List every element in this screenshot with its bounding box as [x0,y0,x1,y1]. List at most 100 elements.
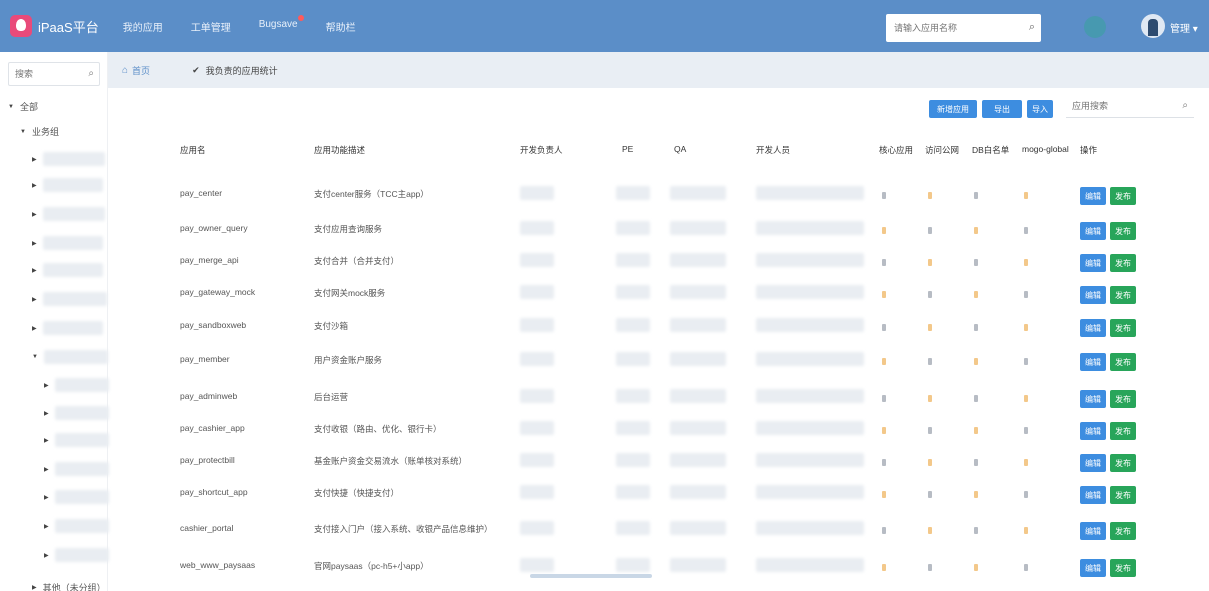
tree-node-item[interactable]: ▶ [32,292,107,306]
search-icon[interactable]: ⌕ [1029,21,1035,34]
table-row[interactable]: pay_protectbill 基金账户资金交易流水（账单核对系统） 编辑 发布 [130,447,1209,479]
sidebar-search-input[interactable] [9,63,83,85]
publish-button[interactable]: 发布 [1110,422,1136,440]
publish-button[interactable]: 发布 [1110,319,1136,337]
app-name-cell[interactable]: pay_adminweb [180,391,237,401]
app-name-cell[interactable]: pay_sandboxweb [180,320,246,330]
edit-button[interactable]: 编辑 [1080,254,1106,272]
top-search-input[interactable] [886,15,1016,41]
edit-button[interactable]: 编辑 [1080,559,1106,577]
edit-button[interactable]: 编辑 [1080,286,1106,304]
table-row[interactable]: pay_owner_query 支付应用查询服务 编辑 发布 [130,215,1209,247]
tree-node-item[interactable]: ▶ [32,236,103,250]
table-row[interactable]: pay_sandboxweb 支付沙箱 编辑 发布 [130,312,1209,344]
column-header-qa[interactable]: QA [674,144,686,154]
app-name-cell[interactable]: pay_merge_api [180,255,239,265]
tree-node-item[interactable]: ▶ [32,321,103,335]
app-logo[interactable]: iPaaS平台 [10,15,99,37]
column-header-mogo-global[interactable]: mogo-global [1022,144,1069,154]
column-header-developers[interactable]: 开发人员 [756,144,790,156]
edit-button[interactable]: 编辑 [1080,522,1106,540]
horizontal-scrollbar[interactable] [530,574,652,578]
table-search-input[interactable] [1066,96,1174,116]
tree-node-item[interactable]: ▼ [32,350,108,364]
column-header-description[interactable]: 应用功能描述 [314,144,365,156]
tree-node-item[interactable]: ▶ [32,152,105,166]
column-header-dev-owner[interactable]: 开发负责人 [520,144,563,156]
tree-node-root[interactable]: ▼ 全部 [8,100,38,113]
edit-button[interactable]: 编辑 [1080,353,1106,371]
tab-my-app-stats[interactable]: ✔ 我负责的应用统计 [192,64,278,77]
breadcrumb-home[interactable]: ⌂ 首页 [122,64,150,77]
tree-node-subitem[interactable]: ▶ [44,490,109,504]
table-row[interactable]: pay_center 支付center服务（TCC主app） 编辑 发布 [130,180,1209,212]
edit-button[interactable]: 编辑 [1080,319,1106,337]
edit-button[interactable]: 编辑 [1080,486,1106,504]
user-menu[interactable]: 管理 ▾ [1170,20,1198,35]
publish-button[interactable]: 发布 [1110,353,1136,371]
nav-help[interactable]: 帮助栏 [326,19,356,34]
search-icon[interactable]: ⌕ [1182,100,1188,111]
publish-button[interactable]: 发布 [1110,286,1136,304]
column-header-core-app[interactable]: 核心应用 [879,144,913,156]
publish-button[interactable]: 发布 [1110,390,1136,408]
app-name-cell[interactable]: cashier_portal [180,523,233,533]
edit-button[interactable]: 编辑 [1080,422,1106,440]
app-name-cell[interactable]: pay_gateway_mock [180,287,255,297]
publish-button[interactable]: 发布 [1110,559,1136,577]
tree-node-subitem[interactable]: ▶ [44,462,109,476]
nav-tickets[interactable]: 工单管理 [191,19,231,34]
caret-right-icon: ▶ [44,523,49,530]
table-row[interactable]: pay_member 用户资金账户服务 编辑 发布 [130,346,1209,378]
publish-button[interactable]: 发布 [1110,222,1136,240]
add-app-button[interactable]: 新增应用 [929,100,977,118]
app-name-cell[interactable]: pay_shortcut_app [180,487,248,497]
publish-button[interactable]: 发布 [1110,486,1136,504]
table-row[interactable]: pay_shortcut_app 支付快捷（快捷支付） 编辑 发布 [130,479,1209,511]
nav-my-apps[interactable]: 我的应用 [123,19,163,34]
table-row[interactable]: pay_adminweb 后台运营 编辑 发布 [130,383,1209,415]
app-name-cell[interactable]: web_www_paysaas [180,560,255,570]
caret-right-icon: ▶ [32,156,37,163]
publish-button[interactable]: 发布 [1110,454,1136,472]
nav-bugsave[interactable]: Bugsave [259,14,304,34]
caret-right-icon: ▶ [44,466,49,473]
tree-node-item[interactable]: ▶ [32,263,103,277]
app-name-cell[interactable]: pay_member [180,354,230,364]
export-button[interactable]: 导出 [982,100,1022,118]
avatar[interactable] [1141,14,1165,38]
app-name-cell[interactable]: pay_protectbill [180,455,235,465]
app-name-cell[interactable]: pay_center [180,188,222,198]
table-row[interactable]: pay_merge_api 支付合并（合并支付） 编辑 发布 [130,247,1209,279]
table-row[interactable]: pay_gateway_mock 支付网关mock服务 编辑 发布 [130,279,1209,311]
tree-node-item[interactable]: ▶ [32,207,105,221]
tree-node-item[interactable]: ▶ [32,178,103,192]
tree-node-subitem[interactable]: ▶ [44,548,109,562]
tree-node-subitem[interactable]: ▶ [44,378,109,392]
edit-button[interactable]: 编辑 [1080,390,1106,408]
column-header-pe[interactable]: PE [622,144,633,154]
publish-button[interactable]: 发布 [1110,522,1136,540]
edit-button[interactable]: 编辑 [1080,454,1106,472]
tree-node-other[interactable]: ▶ 其他（未分组） [32,581,106,591]
app-description-cell: 支付沙箱 [314,321,349,331]
app-name-cell[interactable]: pay_cashier_app [180,423,245,433]
search-icon[interactable]: ⌕ [88,68,94,79]
table-row[interactable]: cashier_portal 支付接入门户（接入系统、收银产品信息维护） 编辑 发布 [130,515,1209,547]
table-row[interactable]: web_www_paysaas 官网paysaas（pc-h5+小app） 编辑 发布 [130,552,1209,584]
edit-button[interactable]: 编辑 [1080,187,1106,205]
tree-node-subitem[interactable]: ▶ [44,519,109,533]
publish-button[interactable]: 发布 [1110,187,1136,205]
publish-button[interactable]: 发布 [1110,254,1136,272]
app-name-cell[interactable]: pay_owner_query [180,223,248,233]
table-row[interactable]: pay_cashier_app 支付收银（路由、优化、银行卡） 编辑 发布 [130,415,1209,447]
column-header-db-whitelist[interactable]: DB白名单 [972,144,1009,156]
tree-node-subitem[interactable]: ▶ [44,433,109,447]
import-button[interactable]: 导入 [1027,100,1053,118]
edit-button[interactable]: 编辑 [1080,222,1106,240]
tree-node-group[interactable]: ▼ 业务组 [20,125,59,138]
column-header-public-access[interactable]: 访问公网 [925,144,959,156]
tree-node-subitem[interactable]: ▶ [44,406,109,420]
column-header-app-name[interactable]: 应用名 [180,144,206,156]
status-icon[interactable] [1084,16,1106,38]
